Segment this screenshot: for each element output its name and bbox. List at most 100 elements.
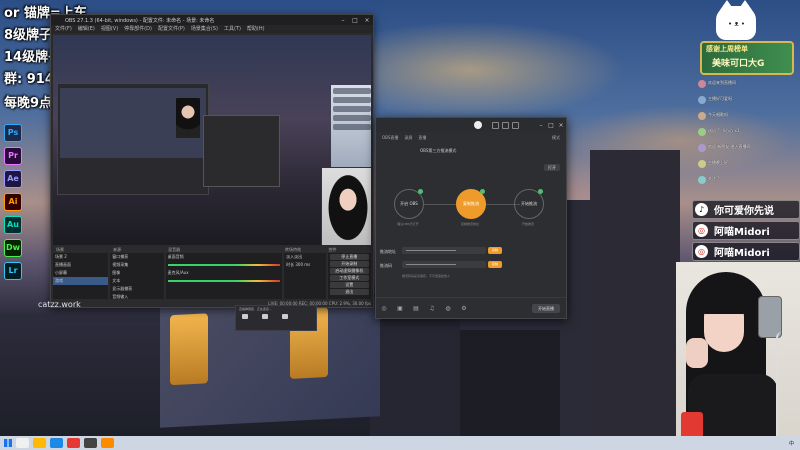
browser-icon[interactable] <box>50 438 63 448</box>
check-icon <box>418 189 423 194</box>
tiktok-icon: ♪ <box>695 203 708 216</box>
gift-icon[interactable] <box>242 314 248 319</box>
mail-icon[interactable] <box>502 121 509 129</box>
nested-obs-preview-2 <box>203 115 280 187</box>
menu-item[interactable]: 帮助(H) <box>247 25 265 33</box>
app-tab[interactable]: OBS直播 <box>382 135 398 141</box>
source-item[interactable]: 图像 <box>110 269 163 277</box>
folder-icon[interactable] <box>33 438 46 448</box>
toolbar-icon[interactable]: ♫ <box>424 305 440 312</box>
app-shortcut-icon[interactable]: Pr <box>4 147 22 165</box>
app-shortcut-icon[interactable]: Dw <box>4 239 22 257</box>
control-button[interactable]: 退出 <box>329 289 369 295</box>
copy-key-button[interactable]: 复制 <box>488 261 502 268</box>
menu-item[interactable]: 场景集合(S) <box>191 25 218 33</box>
stream-key-field[interactable] <box>402 261 486 268</box>
app-shortcut-icon[interactable]: Ai <box>4 193 22 211</box>
avatar <box>698 96 706 104</box>
minimize-icon[interactable]: – <box>536 122 546 129</box>
app-shortcut-icon[interactable]: Ps <box>4 124 22 142</box>
toolbar-icon[interactable]: ◎ <box>376 305 392 312</box>
menu-item[interactable]: 工具(T) <box>224 25 241 33</box>
control-button[interactable]: 启动虚拟摄像机 <box>329 268 369 274</box>
app-icon[interactable] <box>67 438 80 448</box>
scenes-dock[interactable]: 场景 2 直播画面 小屏幕 游戏 <box>53 253 109 299</box>
toolbar-icon[interactable]: ◍ <box>440 305 456 312</box>
close-icon[interactable]: × <box>556 122 566 129</box>
toolbar-icon[interactable]: ⚙ <box>456 305 472 312</box>
app-titlebar[interactable]: – □ × <box>376 118 566 132</box>
app-tab[interactable]: 直播 <box>418 135 426 141</box>
source-item[interactable]: 视频采集 <box>110 261 163 269</box>
control-button[interactable]: 开始录制 <box>329 261 369 267</box>
app-shortcut-icon[interactable]: Ae <box>4 170 22 188</box>
maximize-icon[interactable]: □ <box>546 122 556 129</box>
obs-menubar: 文件(F) 编辑(E) 视图(V) 停靠部件(D) 配置文件(P) 场景集合(S) 工具(T… <box>51 25 373 33</box>
stream-app-window[interactable]: – □ × OBS直播 录屏 直播 模式 OBS第三方推流模式 打开 开启 OBS 复… <box>375 117 567 319</box>
input-method-indicator[interactable]: 中 <box>789 440 794 447</box>
volume-meter[interactable] <box>167 280 281 282</box>
social-handle: 阿喵Midori <box>714 227 770 238</box>
obs-preview[interactable] <box>53 35 371 245</box>
start-icon[interactable] <box>4 439 12 447</box>
volume-meter[interactable] <box>167 264 281 266</box>
app-logo-icon <box>474 121 482 129</box>
chat-text: 欢迎 新朋友 进入直播间 <box>708 144 751 149</box>
obs-window[interactable]: OBS 27.1.3 (64-bit, windows) - 配置文件: 未命名… <box>50 14 374 308</box>
source-item[interactable]: 窗口捕获 <box>110 253 163 261</box>
menu-item[interactable]: 配置文件(P) <box>158 25 185 33</box>
control-button[interactable]: 工作室模式 <box>329 275 369 281</box>
toolbar-icon[interactable]: ▣ <box>392 305 408 312</box>
app-shortcut-icon[interactable]: Au <box>4 216 22 234</box>
chat-icon[interactable] <box>262 314 268 319</box>
mixer-channel-label: 麦克风/Aux <box>167 270 189 275</box>
menu-item[interactable]: 编辑(E) <box>78 25 95 33</box>
mixer-dock[interactable]: 桌面音频 麦克风/Aux <box>165 253 283 299</box>
source-item[interactable]: 音频输入 <box>110 293 163 299</box>
obs-taskbar-icon[interactable] <box>84 438 97 448</box>
search-icon[interactable] <box>16 438 29 448</box>
menu-icon[interactable] <box>512 121 519 129</box>
chat-message: 欢迎来到直播间 <box>698 80 798 88</box>
scene-item[interactable]: 游戏 <box>53 277 109 285</box>
chat-message: 关注了 <box>698 176 798 184</box>
toolbar-icon[interactable]: ▤ <box>408 305 424 312</box>
app-shortcut-icon[interactable]: Lr <box>4 262 22 280</box>
building <box>460 330 560 450</box>
mode-toggle[interactable]: 模式 <box>552 135 560 141</box>
transition-setting[interactable]: 淡入淡出 <box>284 253 325 261</box>
start-live-button[interactable]: 开始直播 <box>532 303 560 313</box>
danmaku-mini-window[interactable]: 直播弹幕姬 · 正在连接… <box>235 305 317 331</box>
menu-item[interactable]: 停靠部件(D) <box>124 25 152 33</box>
app-tab[interactable]: 录屏 <box>404 135 412 141</box>
source-item[interactable]: 文本 <box>110 277 163 285</box>
transition-setting[interactable]: 时长 300 ms <box>284 261 325 269</box>
settings-icon[interactable] <box>492 121 499 129</box>
close-icon[interactable]: × <box>361 17 373 24</box>
minimize-icon[interactable]: – <box>337 17 349 24</box>
avatar <box>698 80 706 88</box>
open-button[interactable]: 打开 <box>544 164 560 171</box>
chat-message: 主播晚上好 <box>698 160 798 168</box>
transitions-dock[interactable]: 淡入淡出 时长 300 ms <box>284 253 326 299</box>
scene-item[interactable]: 直播画面 <box>53 261 108 269</box>
app-icon[interactable] <box>101 438 114 448</box>
menu-item[interactable]: 视图(V) <box>101 25 118 33</box>
maximize-icon[interactable]: □ <box>349 17 361 24</box>
app-bottom-bar: ◎ ▣ ▤ ♫ ◍ ⚙ 开始直播 <box>376 297 566 318</box>
social-weibo: ◎ 阿喵Midori <box>692 221 800 240</box>
scene-item[interactable]: 小屏幕 <box>53 269 108 277</box>
control-button[interactable]: 停止直播 <box>329 254 369 260</box>
source-item[interactable]: 显示器捕获 <box>110 285 163 293</box>
user-icon[interactable] <box>282 314 288 319</box>
stream-url-field[interactable] <box>402 247 486 254</box>
scene-item[interactable]: 场景 2 <box>53 253 108 261</box>
controls-dock[interactable]: 停止直播 开始录制 启动虚拟摄像机 工作室模式 设置 退出 <box>327 253 371 299</box>
chat-message: 今天唱歌吗 <box>698 112 798 120</box>
menu-item[interactable]: 文件(F) <box>55 25 72 33</box>
obs-titlebar[interactable]: OBS 27.1.3 (64-bit, windows) - 配置文件: 未命名… <box>51 15 373 25</box>
control-button[interactable]: 设置 <box>329 282 369 288</box>
sources-dock[interactable]: 窗口捕获 视频采集 图像 文本 显示器捕获 音频输入 <box>110 253 164 299</box>
copy-url-button[interactable]: 复制 <box>488 247 502 254</box>
webcam-thumbnail <box>321 167 371 245</box>
